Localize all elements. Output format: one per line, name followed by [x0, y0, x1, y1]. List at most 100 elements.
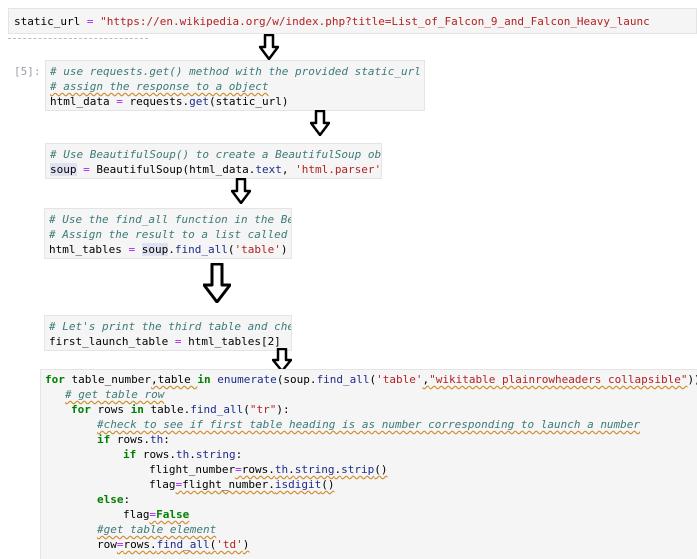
code-token: th — [150, 433, 164, 446]
code-token: get — [189, 95, 209, 108]
code-token: strip — [341, 463, 375, 476]
code-token: () — [374, 463, 388, 476]
down-arrow-icon — [310, 110, 330, 136]
code-token: : — [163, 433, 170, 446]
code-cell-static-url[interactable]: static_url = "https://en.wikipedia.org/w… — [8, 8, 697, 34]
code-token: first_launch_table — [49, 335, 169, 348]
code-comment: #check to see if first table heading is … — [97, 418, 641, 431]
code-token: find_all — [156, 538, 210, 551]
code-line: flag=False — [123, 507, 189, 522]
code-token: "tr" — [249, 403, 277, 416]
code-token: in — [197, 373, 211, 386]
code-token: rows. — [110, 433, 150, 446]
code-token: html_tables[2] — [188, 335, 281, 348]
down-arrow-icon — [203, 263, 231, 303]
code-comment: #get table element — [97, 523, 217, 536]
code-token: = — [80, 15, 101, 28]
code-token: flag — [149, 478, 176, 491]
code-cell-first-launch-table[interactable]: # Let's print the third table and chec f… — [44, 315, 292, 351]
code-line: flight_number=rows.th.string.strip() — [149, 462, 387, 477]
code-token: 'td' — [216, 538, 243, 551]
code-token: 'html.parser' — [295, 163, 382, 176]
code-token: : — [235, 448, 243, 461]
code-token: ,table — [150, 373, 198, 386]
code-token: ( — [243, 403, 250, 416]
code-token: isdigit — [274, 478, 322, 491]
code-token: flight_number — [149, 463, 236, 476]
code-token: : — [123, 493, 131, 506]
code-token: (soup. — [276, 373, 317, 386]
code-token: th — [274, 463, 289, 476]
code-cell-requests[interactable]: # use requests.get() method with the pro… — [45, 60, 425, 111]
code-token: flight_number. — [182, 478, 275, 491]
code-token: False — [156, 508, 190, 521]
code-token: , — [281, 163, 296, 176]
code-token: . — [168, 243, 175, 256]
down-arrow-icon — [231, 178, 251, 204]
code-token: )): — [687, 373, 697, 386]
code-token: html_tables — [49, 243, 122, 256]
code-token: BeautifulSoup(html_data. — [96, 163, 256, 176]
code-token: soup — [50, 163, 77, 176]
code-line: if rows.th: — [97, 432, 170, 447]
code-token: html_data — [50, 95, 110, 108]
code-line: soup = BeautifulSoup(html_data.text, 'ht… — [50, 162, 382, 177]
code-token: static_url — [14, 15, 81, 28]
code-line: first_launch_table = html_tables[2] — [49, 334, 281, 349]
code-comment: # Let's print the third table and chec — [49, 320, 292, 333]
code-token: find_all — [190, 403, 244, 416]
code-token: flag — [123, 508, 150, 521]
code-token: if — [97, 433, 111, 446]
code-line: else: — [97, 492, 130, 507]
code-token: text — [255, 163, 282, 176]
code-cell-find-all[interactable]: # Use the find_all function in the Bea #… — [44, 208, 292, 259]
code-line: html_data = requests.get(static_url) — [50, 94, 288, 109]
code-token: table_number — [64, 373, 151, 386]
code-token: 'table' — [234, 243, 281, 256]
code-token: requests. — [129, 95, 190, 108]
code-token: row — [97, 538, 117, 551]
code-token: = — [109, 95, 130, 108]
code-token: rows — [90, 403, 131, 416]
code-token: find_all — [174, 243, 228, 256]
code-token: = — [76, 163, 97, 176]
code-token: ): — [276, 403, 290, 416]
code-token: ) — [280, 243, 288, 256]
code-line: row=rows.find_all('td') — [97, 537, 249, 552]
code-token: . — [189, 448, 196, 461]
code-token: () — [321, 478, 335, 491]
cell-bottom-edge — [8, 34, 148, 39]
code-line: static_url = "https://en.wikipedia.org/w… — [14, 14, 650, 29]
code-token: ) — [381, 163, 382, 176]
code-comment: # Use BeautifulSoup() to create a Beauti… — [50, 148, 382, 161]
code-token: if — [123, 448, 137, 461]
code-token: 'table' — [376, 373, 423, 386]
code-line: html_tables = soup.find_all('table') — [49, 242, 287, 257]
code-token: = — [235, 463, 242, 476]
code-token: "wikitable plainrowheaders collapsible" — [429, 373, 688, 386]
code-token: ) — [242, 538, 250, 551]
code-token: for — [45, 373, 65, 386]
code-comment: # Use the find_all function in the Bea — [49, 213, 292, 226]
code-token: table. — [143, 403, 191, 416]
code-token: = — [116, 538, 124, 551]
code-line: for rows in table.find_all("tr"): — [71, 402, 290, 417]
code-line: if rows.th.string: — [123, 447, 242, 462]
code-token: string — [195, 448, 236, 461]
code-token: rows. — [136, 448, 176, 461]
code-token: "https://en.wikipedia.org/w/index.php?ti… — [100, 15, 650, 28]
execution-count: [5]: — [14, 65, 41, 78]
code-token: (static_url) — [208, 95, 289, 108]
code-cell-beautifulsoup[interactable]: # Use BeautifulSoup() to create a Beauti… — [45, 143, 382, 179]
code-token: enumerate — [217, 373, 277, 386]
code-token: = — [168, 335, 189, 348]
code-token: find_all — [316, 373, 370, 386]
code-cell-table-loop[interactable]: for table_number,table in enumerate(soup… — [40, 369, 697, 559]
code-comment: # get table row — [65, 388, 165, 401]
code-line: for table_number,table in enumerate(soup… — [45, 372, 697, 387]
code-token: in — [130, 403, 144, 416]
code-token: = — [121, 243, 142, 256]
code-token: string — [294, 463, 335, 476]
code-token: else — [97, 493, 124, 506]
code-token: for — [71, 403, 91, 416]
